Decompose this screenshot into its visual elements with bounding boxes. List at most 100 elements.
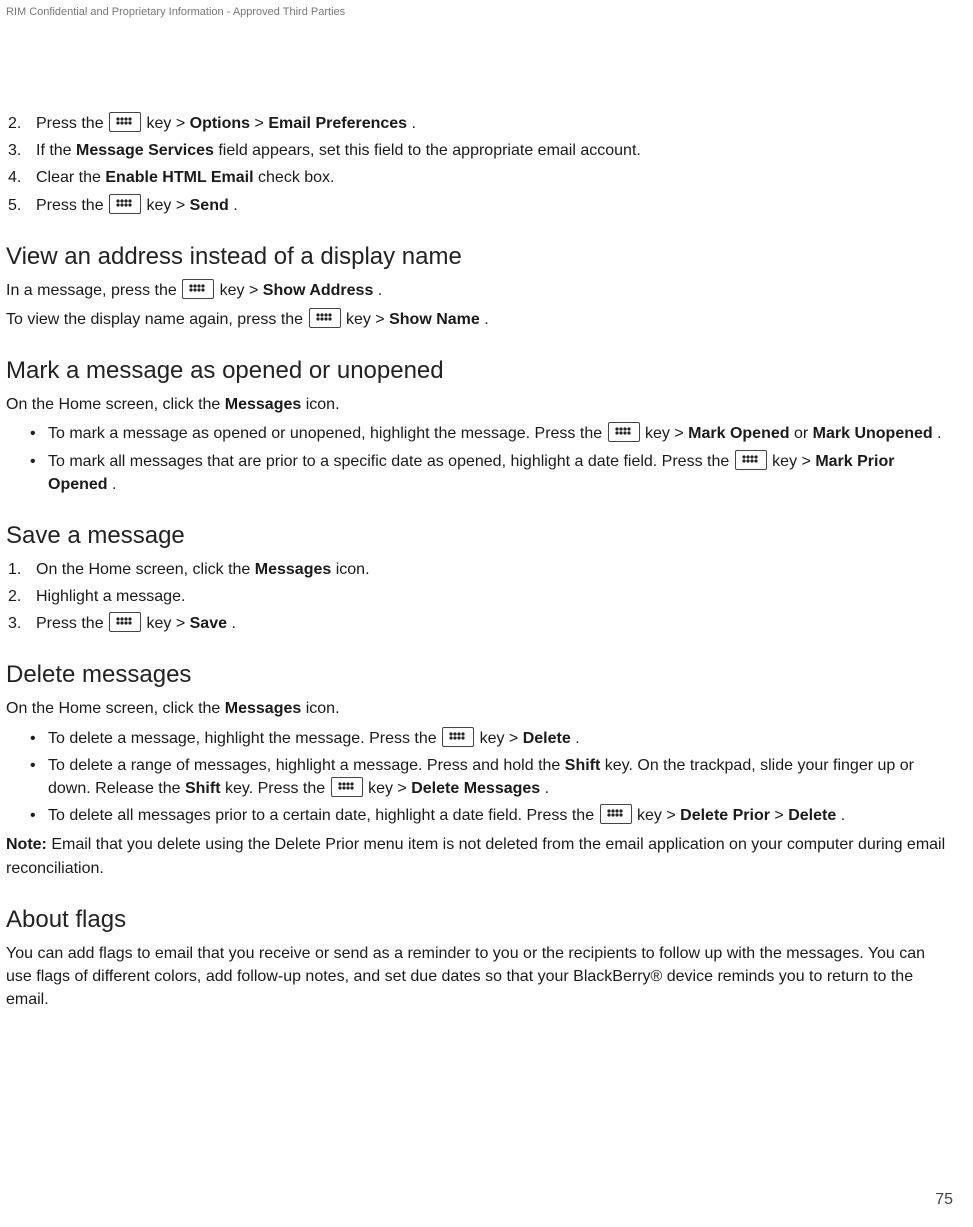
menu-key-icon [331,777,363,797]
step-text: Press the key > Send . [36,194,955,217]
page: RIM Confidential and Proprietary Informa… [0,0,973,1227]
menu-key-icon [182,279,214,299]
menu-key-icon [735,450,767,470]
confidential-header: RIM Confidential and Proprietary Informa… [6,0,955,18]
note-label: Note: [6,836,47,853]
text: key > [772,453,815,470]
delete-prior-label: Delete Prior [680,807,770,824]
text: To mark all messages that are prior to a… [48,453,734,470]
text: icon. [306,700,340,717]
step-text: Highlight a message. [36,585,955,608]
delete-messages-label: Delete Messages [411,780,540,797]
steps-continued: 2. Press the key > Options > Email Prefe… [6,112,955,217]
shift-key-label: Shift [185,780,221,797]
save-label: Save [190,615,227,632]
text: Clear the [36,169,105,186]
paragraph: In a message, press the key > Show Addre… [6,279,955,302]
text: Press the [36,197,108,214]
text: On the Home screen, click the [6,396,225,413]
bullet-icon: • [30,754,48,777]
paragraph: On the Home screen, click the Messages i… [6,393,955,416]
text: key > [346,311,389,328]
step-text: If the Message Services field appears, s… [36,139,955,162]
step-number: 3. [6,139,36,162]
text: key > [368,780,411,797]
paragraph: To view the display name again, press th… [6,308,955,331]
text: key > [146,615,189,632]
text: If the [36,142,76,159]
step-text: On the Home screen, click the Messages i… [36,558,955,581]
step-text: Clear the Enable HTML Email check box. [36,166,955,189]
shift-key-label: Shift [565,757,601,774]
step-number: 3. [6,612,36,635]
text: To delete a range of messages, highlight… [48,757,565,774]
step-number: 4. [6,166,36,189]
text: Email that you delete using the Delete P… [6,836,945,876]
text: . [233,197,237,214]
step-number: 2. [6,112,36,135]
heading-mark-message: Mark a message as opened or unopened [6,357,955,385]
text: . [484,311,488,328]
mark-unopened-label: Mark Unopened [813,425,933,442]
menu-key-icon [608,422,640,442]
list-item: To mark all messages that are prior to a… [48,450,955,496]
list-item: To delete a message, highlight the messa… [48,727,955,750]
text: Press the [36,115,108,132]
text: To mark a message as opened or unopened,… [48,425,607,442]
menu-key-icon [442,727,474,747]
save-steps: 1. On the Home screen, click the Message… [6,558,955,636]
text: . [575,730,579,747]
text: . [112,476,116,493]
text: key > [220,282,263,299]
delete-label: Delete [523,730,571,747]
text: . [937,425,941,442]
heading-delete-messages: Delete messages [6,661,955,689]
heading-view-address: View an address instead of a display nam… [6,243,955,271]
text: icon. [336,561,370,578]
send-label: Send [190,197,229,214]
bullet-icon: • [30,727,48,750]
text: . [545,780,549,797]
text: icon. [306,396,340,413]
text: To delete a message, highlight the messa… [48,730,441,747]
options-label: Options [190,115,250,132]
text: > [774,807,788,824]
text: key > [637,807,680,824]
enable-html-email-label: Enable HTML Email [105,169,253,186]
show-name-label: Show Name [389,311,480,328]
step-text: Press the key > Options > Email Preferen… [36,112,955,135]
list-item: To mark a message as opened or unopened,… [48,422,955,445]
text: or [794,425,813,442]
paragraph: On the Home screen, click the Messages i… [6,697,955,720]
messages-label: Messages [225,700,302,717]
text: check box. [258,169,334,186]
text: . [231,615,235,632]
text: . [412,115,416,132]
text: key > [645,425,688,442]
text: In a message, press the [6,282,181,299]
text: To delete all messages prior to a certai… [48,807,599,824]
show-address-label: Show Address [263,282,374,299]
list-item: To delete all messages prior to a certai… [48,804,955,827]
heading-about-flags: About flags [6,906,955,934]
menu-key-icon [600,804,632,824]
menu-key-icon [109,194,141,214]
step-number: 2. [6,585,36,608]
text: On the Home screen, click the [36,561,255,578]
text: On the Home screen, click the [6,700,225,717]
text: To view the display name again, press th… [6,311,308,328]
bullet-list: • To delete a message, highlight the mes… [6,727,955,828]
email-preferences-label: Email Preferences [268,115,407,132]
messages-label: Messages [225,396,302,413]
messages-label: Messages [255,561,332,578]
bullet-icon: • [30,422,48,445]
text: . [841,807,845,824]
note-paragraph: Note: Email that you delete using the De… [6,833,955,879]
delete-label: Delete [788,807,836,824]
menu-key-icon [109,612,141,632]
text: key. Press the [225,780,330,797]
step-number: 5. [6,194,36,217]
heading-save-message: Save a message [6,522,955,550]
bullet-icon: • [30,804,48,827]
text: > [255,115,269,132]
